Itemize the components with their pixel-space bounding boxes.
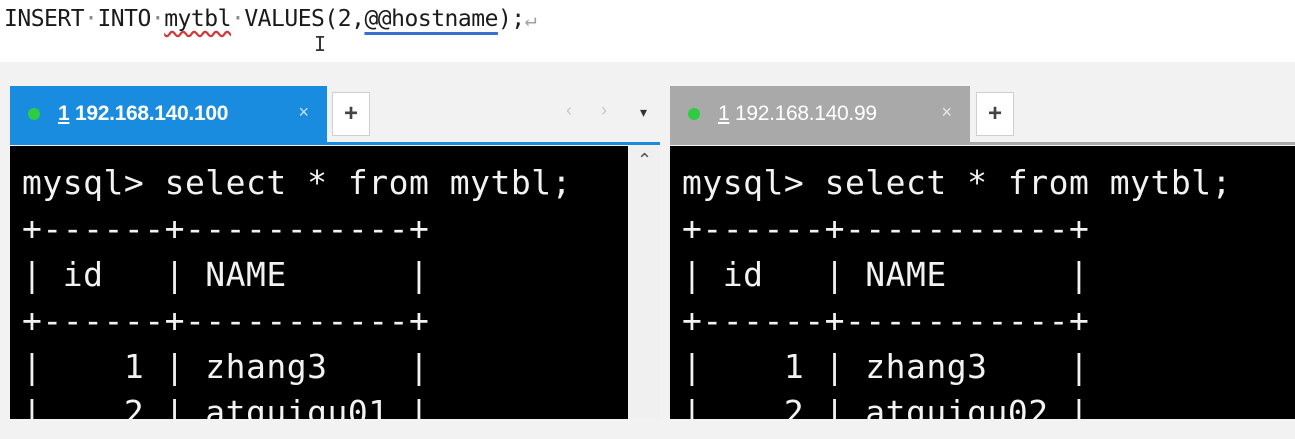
terminal-line: +------+-----------+	[682, 209, 1090, 248]
terminal-line: | id | NAME |	[682, 255, 1090, 294]
connected-status-icon	[28, 108, 40, 120]
terminal-line: +------+-----------+	[682, 301, 1090, 340]
left-session-pane: 1 192.168.140.100 × + ‹ › ▾ mysql> selec…	[10, 86, 660, 419]
text-cursor-icon: I	[314, 32, 327, 56]
close-tab-icon[interactable]: ×	[941, 102, 952, 123]
tab-label: 1 192.168.140.99	[718, 102, 877, 125]
active-pane-indicator	[10, 142, 660, 145]
right-terminal-output[interactable]: mysql> select * from mytbl; +------+-----…	[670, 146, 1295, 419]
scroll-up-icon[interactable]: ⌃	[637, 150, 652, 171]
sql-keyword-into: INTO	[97, 6, 151, 32]
sql-table-name: mytbl	[164, 6, 231, 32]
sql-keyword-values: VALUES	[244, 6, 325, 32]
document-area[interactable]: INSERT·INTO·mytbl·VALUES(2,@@hostname);↵…	[0, 0, 1295, 62]
right-session-pane: 1 192.168.140.99 × + mysql> select * fro…	[670, 86, 1295, 419]
tab-session-192-168-140-99[interactable]: 1 192.168.140.99 ×	[670, 86, 970, 142]
right-tab-bar: 1 192.168.140.99 × +	[670, 86, 1295, 145]
left-terminal-scrollbar[interactable]: ⌃	[630, 146, 660, 419]
tab-scroll-arrows-icon[interactable]: ‹ ›	[566, 100, 619, 121]
terminal-line: +------+-----------+	[22, 209, 430, 248]
terminal-line: | 2 | atguigu02 |	[682, 393, 1090, 419]
terminal-line: | 1 | zhang3 |	[22, 347, 430, 386]
left-terminal-output[interactable]: mysql> select * from mytbl; +------+-----…	[10, 146, 628, 419]
sql-values-close: );	[497, 6, 525, 32]
space-mark: ·	[84, 6, 98, 32]
sql-statement[interactable]: INSERT·INTO·mytbl·VALUES(2,@@hostname);↵	[4, 6, 537, 32]
sql-values-open: (2,	[324, 6, 365, 32]
new-tab-button[interactable]: +	[976, 92, 1014, 136]
tab-list-dropdown-icon[interactable]: ▾	[640, 104, 647, 121]
terminal-app: 1 192.168.140.100 × + ‹ › ▾ mysql> selec…	[0, 62, 1295, 439]
tab-session-192-168-140-100[interactable]: 1 192.168.140.100 ×	[10, 86, 327, 142]
space-mark: ·	[150, 6, 165, 32]
sql-keyword-insert: INSERT	[4, 6, 85, 32]
terminal-line: | id | NAME |	[22, 255, 430, 294]
left-tab-bar: 1 192.168.140.100 × + ‹ › ▾	[10, 86, 660, 145]
terminal-line: mysql> select * from mytbl;	[22, 163, 572, 202]
inactive-pane-indicator	[670, 142, 1295, 145]
new-tab-button[interactable]: +	[332, 92, 370, 136]
space-mark: ·	[230, 6, 245, 32]
sql-hostname-variable: @@hostname	[364, 6, 498, 32]
terminal-line: mysql> select * from mytbl;	[682, 163, 1232, 202]
terminal-line: +------+-----------+	[22, 301, 430, 340]
close-tab-icon[interactable]: ×	[298, 102, 309, 123]
terminal-line: | 2 | atguigu01 |	[22, 393, 430, 419]
connected-status-icon	[688, 108, 700, 120]
paragraph-mark-icon: ↵	[524, 7, 537, 31]
tab-label: 1 192.168.140.100	[58, 102, 229, 125]
terminal-line: | 1 | zhang3 |	[682, 347, 1090, 386]
